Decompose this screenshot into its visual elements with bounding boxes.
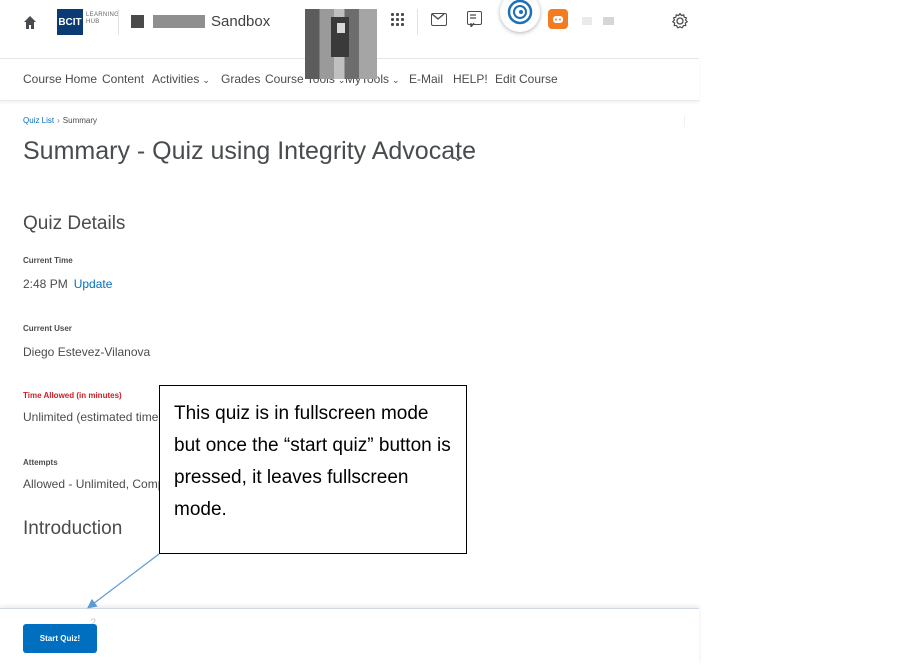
annotation-arrow	[87, 553, 160, 609]
